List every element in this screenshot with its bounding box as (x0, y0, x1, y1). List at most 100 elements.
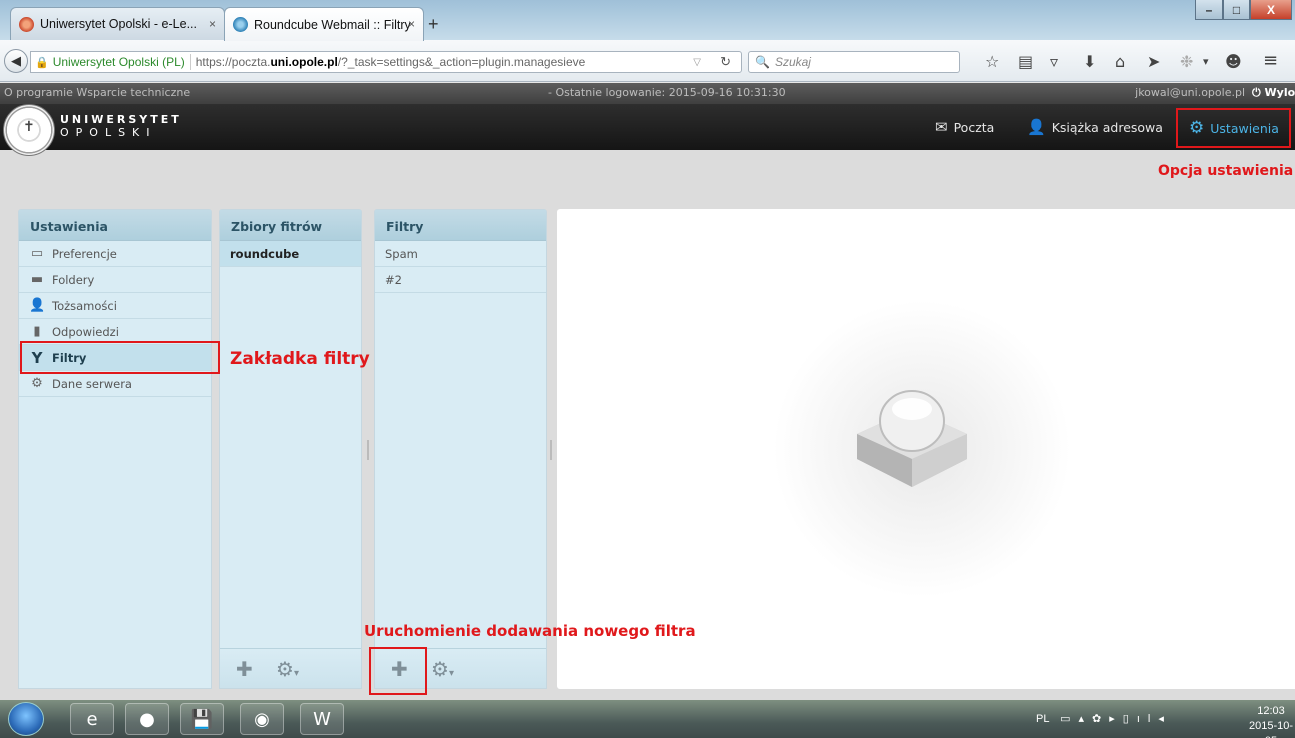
tab-roundcube[interactable]: Roundcube Webmail :: Filtry × (224, 7, 424, 41)
chrome-app-icon[interactable]: ◉ (240, 703, 284, 735)
logo-text-line2: OPOLSKI (60, 126, 157, 139)
word-app-icon[interactable]: W (300, 703, 344, 735)
monitor-icon: ▭ (30, 246, 44, 261)
panel-splitter[interactable] (550, 440, 552, 460)
gear-icon: ⚙ (31, 376, 43, 391)
annotation-filters-tab: Zakładka filtry (230, 349, 370, 369)
uniwersytet-favicon-icon (19, 16, 34, 32)
settings-item-server[interactable]: ⚙ Dane serwera (19, 371, 211, 397)
topline-links[interactable]: O programie Wsparcie techniczne (4, 86, 190, 99)
search-input[interactable]: 🔍 Szukaj (748, 51, 960, 73)
annotation-box-add-filter (369, 647, 427, 695)
filtersets-panel: Zbiory fitrów roundcube ✚ ⚙▾ (219, 209, 362, 689)
user-email: jkowal@uni.opole.pl (1135, 86, 1245, 99)
start-button[interactable] (8, 702, 44, 736)
chat-icon[interactable]: ☻ (1225, 52, 1242, 71)
home-icon[interactable]: ⌂ (1115, 52, 1125, 71)
save-app-icon[interactable]: 💾 (180, 703, 224, 735)
bookmark-star-icon[interactable]: ☆ (985, 52, 999, 71)
folder-icon: ▬ (30, 272, 44, 287)
reload-icon[interactable]: ↻ (720, 54, 731, 70)
settings-panel-title: Ustawienia (19, 210, 211, 241)
clock-date: 2015-10-05 (1248, 720, 1294, 738)
settings-item-label: Tożsamości (52, 298, 117, 313)
envelope-icon: ✉ (935, 118, 948, 136)
filter-actions-gear-icon[interactable]: ⚙▾ (431, 657, 454, 681)
send-icon[interactable]: ➤ (1147, 52, 1160, 71)
annotation-box-filters-tab (20, 341, 220, 374)
bookmarks-list-icon[interactable]: ▤ (1018, 52, 1033, 71)
tab-title: Uniwersytet Opolski - e-Le... (40, 17, 197, 31)
maximize-button[interactable]: □ (1223, 0, 1250, 20)
menu-icon[interactable]: ≡ (1263, 50, 1278, 71)
settings-item-label: Foldery (52, 272, 95, 287)
language-indicator[interactable]: PL (1036, 713, 1049, 725)
settings-item-label: Dane serwera (52, 376, 132, 391)
filtersets-panel-title: Zbiory fitrów (220, 210, 361, 241)
url-path: /?_task=settings&_action=plugin.managesi… (337, 55, 586, 69)
logout-link[interactable]: ⏻ Wylogu (1252, 86, 1295, 100)
download-icon[interactable]: ⬇ (1083, 52, 1096, 71)
tab-close-icon[interactable]: × (408, 17, 415, 31)
panel-splitter[interactable] (367, 440, 369, 460)
tab-title: Roundcube Webmail :: Filtry (254, 17, 411, 32)
settings-item-folders[interactable]: ▬ Foldery (19, 267, 211, 293)
annotation-add-filter: Uruchomienie dodawania nowego filtra (364, 622, 696, 640)
document-icon: ▮ (33, 324, 41, 339)
site-identity[interactable]: Uniwersytet Opolski (PL) (53, 55, 185, 69)
roundcube-watermark-icon (857, 390, 967, 487)
add-filterset-button[interactable]: ✚ (236, 657, 253, 681)
content-panel (557, 209, 1295, 689)
filter-label: Spam (385, 246, 418, 261)
university-seal-logo (3, 104, 55, 156)
minimize-button[interactable]: – (1195, 0, 1223, 20)
divider (189, 54, 191, 70)
tab-uniwersytet[interactable]: Uniwersytet Opolski - e-Le... × (10, 7, 225, 40)
filtersets-toolbar: ✚ ⚙▾ (220, 648, 361, 688)
lock-icon: 🔒 (35, 56, 49, 69)
settings-item-identities[interactable]: 👤 Tożsamości (19, 293, 211, 319)
nav-contacts[interactable]: 👤 Książka adresowa (1027, 118, 1163, 136)
topline-bar: O programie Wsparcie techniczne - Ostatn… (0, 83, 1295, 104)
addon-dropdown-icon[interactable]: ▾ (1203, 55, 1209, 68)
settings-panel: Ustawienia ▭ Preferencje ▬ Foldery 👤 Toż… (18, 209, 212, 689)
settings-item-preferences[interactable]: ▭ Preferencje (19, 241, 211, 267)
filterset-actions-gear-icon[interactable]: ⚙▾ (276, 657, 299, 681)
back-button[interactable]: ◀ (4, 49, 28, 73)
last-login-info: - Ostatnie logowanie: 2015-09-16 10:31:3… (548, 86, 786, 99)
nav-mail-label: Poczta (953, 119, 995, 135)
annotation-box-settings (1176, 108, 1291, 148)
browser-tab-strip: Uniwersytet Opolski - e-Le... × Roundcub… (0, 0, 1295, 41)
person-icon: 👤 (29, 298, 46, 313)
settings-item-label: Odpowiedzi (52, 324, 119, 339)
url-prefix: https://poczta. (195, 55, 271, 69)
filterset-label: roundcube (230, 246, 300, 261)
logo-text-line1: UNIWERSYTET (60, 113, 182, 126)
person-icon: 👤 (1027, 118, 1046, 136)
arrow-left-icon: ◀ (11, 53, 21, 69)
nav-mail[interactable]: ✉ Poczta (935, 118, 994, 136)
clock[interactable]: 12:03 2015-10-05 (1247, 704, 1295, 738)
addon-icon[interactable]: ❉ (1180, 52, 1193, 71)
firefox-app-icon[interactable]: ● (125, 703, 169, 735)
url-host: uni.opole.pl (270, 55, 338, 69)
address-bar[interactable]: 🔒 Uniwersytet Opolski (PL) https://poczt… (30, 51, 742, 73)
tray-icons[interactable]: ▭▴✿▸▯ıl◂ (1060, 713, 1172, 725)
history-dropdown-icon[interactable]: ▽ (693, 57, 701, 68)
tab-close-icon[interactable]: × (209, 17, 216, 31)
browser-navigation-bar: ◀ 🔒 Uniwersytet Opolski (PL) https://poc… (0, 40, 1295, 82)
annotation-settings-option: Opcja ustawienia (1158, 163, 1294, 179)
nav-contacts-label: Książka adresowa (1051, 119, 1163, 135)
roundcube-favicon-icon (233, 17, 248, 32)
ie-app-icon[interactable]: e (70, 703, 114, 735)
app-header: UNIWERSYTET OPOLSKI ✉ Poczta 👤 Książka a… (0, 104, 1295, 156)
search-icon: 🔍 (755, 55, 770, 69)
filters-panel: Filtry Spam #2 ✚ ⚙▾ (374, 209, 547, 689)
filterset-item[interactable]: roundcube (220, 241, 361, 267)
filter-item[interactable]: #2 (375, 267, 546, 293)
filter-item[interactable]: Spam (375, 241, 546, 267)
close-window-button[interactable]: X (1250, 0, 1292, 20)
new-tab-button[interactable]: + (428, 14, 439, 35)
system-tray: PL ▭▴✿▸▯ıl◂ (1036, 712, 1172, 725)
pocket-icon[interactable]: ▿ (1050, 52, 1058, 71)
